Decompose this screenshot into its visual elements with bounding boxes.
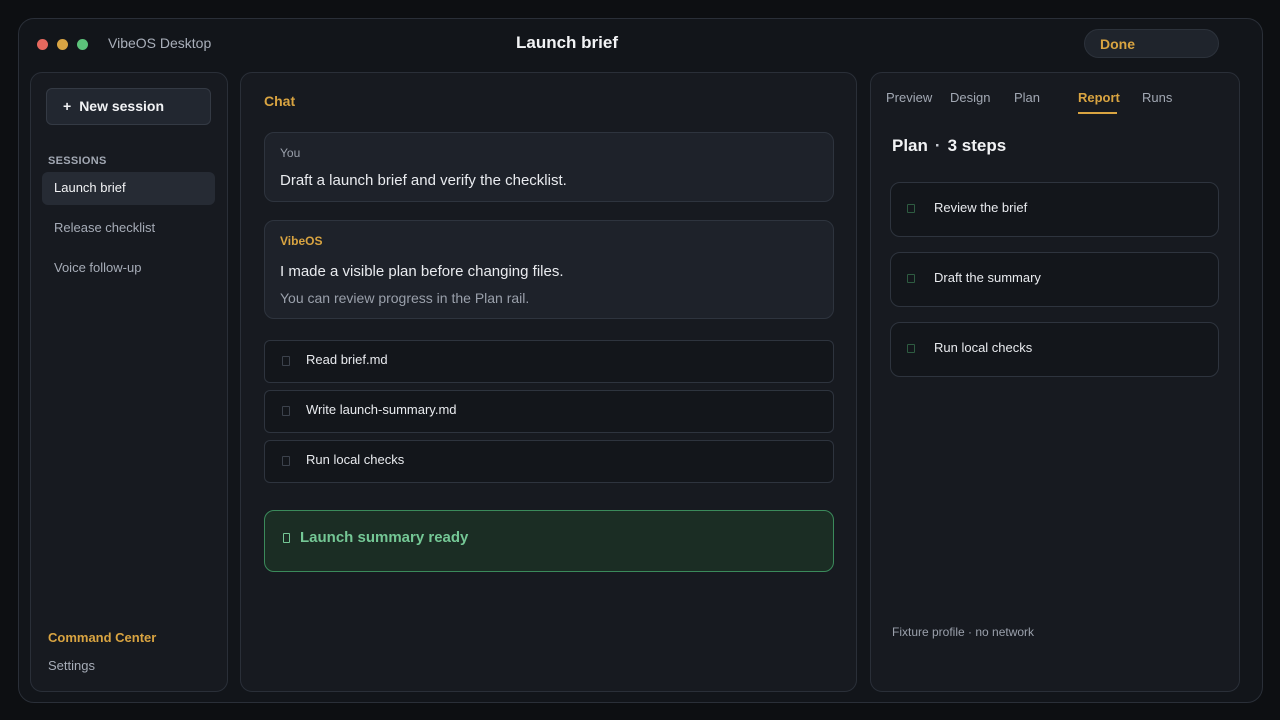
plan-title: Plan: [892, 136, 928, 155]
active-tab-indicator: [1078, 112, 1117, 114]
status-badge: Done: [1084, 29, 1219, 58]
assistant-message: VibeOS I made a visible plan before chan…: [264, 220, 834, 319]
tab-preview[interactable]: Preview: [886, 90, 932, 105]
tab-runs[interactable]: Runs: [1142, 90, 1172, 105]
plan-step[interactable]: Run local checks: [890, 322, 1219, 377]
message-subtext: You can review progress in the Plan rail…: [280, 290, 530, 306]
new-session-label: New session: [79, 98, 165, 114]
step-check-icon: [907, 204, 915, 213]
message-author: VibeOS: [280, 234, 323, 248]
minimize-window-button[interactable]: [57, 39, 68, 50]
maximize-window-button[interactable]: [77, 39, 88, 50]
sidebar: + New session SESSIONS Launch brief Relea…: [30, 72, 228, 692]
step-label: Review the brief: [934, 200, 1028, 215]
checkbox-icon: [282, 406, 290, 416]
step-check-icon: [907, 344, 915, 353]
sidebar-item-voice-follow-up[interactable]: Voice follow-up: [42, 252, 215, 285]
task-item[interactable]: Run local checks: [264, 440, 834, 483]
close-window-button[interactable]: [37, 39, 48, 50]
task-label: Run local checks: [306, 452, 405, 467]
plan-step[interactable]: Review the brief: [890, 182, 1219, 237]
chat-panel: Chat You Draft a launch brief and verify…: [240, 72, 857, 692]
chat-heading: Chat: [264, 93, 296, 109]
title-bar: VibeOS Desktop Launch brief Done: [19, 19, 1262, 71]
plan-count: 3 steps: [947, 136, 1007, 155]
step-check-icon: [907, 274, 915, 283]
result-label: Launch summary ready: [300, 529, 469, 546]
tab-design[interactable]: Design: [950, 90, 990, 105]
message-text: I made a visible plan before changing fi…: [280, 263, 564, 280]
task-item[interactable]: Read brief.md: [264, 340, 834, 383]
message-author: You: [280, 146, 301, 160]
new-session-button[interactable]: + New session: [46, 88, 211, 125]
step-label: Run local checks: [934, 340, 1033, 355]
task-item[interactable]: Write launch-summary.md: [264, 390, 834, 433]
checkbox-icon: [282, 456, 290, 466]
step-label: Draft the summary: [934, 270, 1041, 285]
plan-step[interactable]: Draft the summary: [890, 252, 1219, 307]
plus-icon: +: [63, 98, 72, 114]
settings-link[interactable]: Settings: [48, 658, 95, 673]
check-icon: [283, 533, 290, 543]
sidebar-item-release-checklist[interactable]: Release checklist: [42, 212, 215, 245]
result-banner[interactable]: Launch summary ready: [264, 510, 834, 572]
tab-plan[interactable]: Plan: [1014, 90, 1040, 105]
checkbox-icon: [282, 356, 290, 366]
plan-rail: Preview Design Plan Report Runs Plan · 3 s…: [870, 72, 1240, 692]
window-title: Launch brief: [516, 33, 619, 52]
sessions-heading: SESSIONS: [48, 155, 107, 167]
profile-footer: Fixture profile · no network: [892, 625, 1035, 639]
app-name: VibeOS Desktop: [108, 35, 212, 51]
app-window: VibeOS Desktop Launch brief Done + New se…: [18, 18, 1263, 703]
plan-heading: Plan · 3 steps: [892, 136, 1006, 156]
sidebar-item-launch-brief[interactable]: Launch brief: [42, 172, 215, 205]
tab-report[interactable]: Report: [1078, 90, 1120, 105]
message-text: Draft a launch brief and verify the chec…: [280, 172, 567, 189]
task-label: Read brief.md: [306, 352, 388, 367]
separator-dot: ·: [934, 136, 941, 155]
user-message: You Draft a launch brief and verify the …: [264, 132, 834, 202]
command-center-link[interactable]: Command Center: [48, 630, 156, 645]
task-label: Write launch-summary.md: [306, 402, 457, 417]
